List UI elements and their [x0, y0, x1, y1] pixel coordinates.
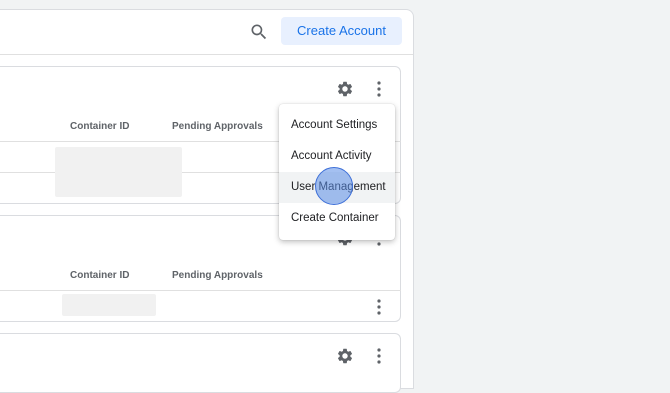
account-card-3	[0, 333, 401, 393]
menu-item-create-container[interactable]: Create Container	[279, 203, 395, 234]
column-header-container-id: Container ID	[70, 121, 130, 132]
more-vert-icon[interactable]	[375, 347, 383, 365]
top-bar: Create Account	[0, 10, 413, 55]
create-account-button[interactable]: Create Account	[281, 17, 402, 45]
gear-icon[interactable]	[336, 80, 354, 98]
click-indicator	[315, 167, 353, 205]
more-vert-icon[interactable]	[375, 80, 383, 98]
redacted-container-id	[55, 147, 182, 197]
column-header-container-id: Container ID	[70, 270, 130, 281]
gear-icon[interactable]	[336, 347, 354, 365]
more-vert-icon[interactable]	[375, 298, 383, 316]
redacted-container-id	[62, 294, 156, 316]
menu-item-account-settings[interactable]: Account Settings	[279, 110, 395, 141]
column-header-pending-approvals: Pending Approvals	[172, 270, 263, 281]
row-divider	[0, 290, 401, 291]
column-header-pending-approvals: Pending Approvals	[172, 121, 263, 132]
search-icon[interactable]	[249, 22, 269, 42]
